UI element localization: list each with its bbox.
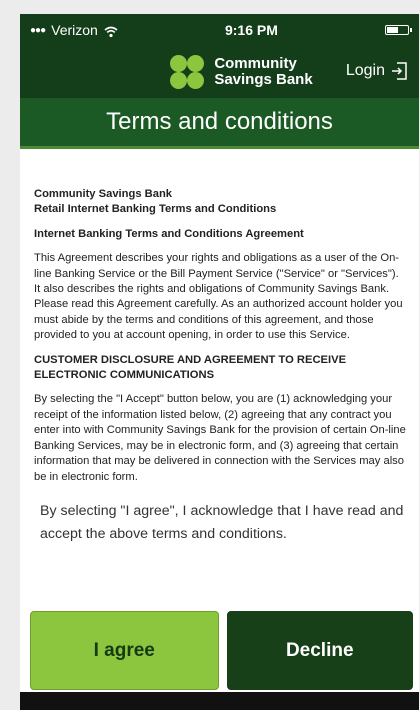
- brand-line-1: Community: [214, 55, 297, 72]
- status-left: ●●● Verizon: [30, 22, 118, 38]
- page-title: Terms and conditions: [20, 98, 419, 149]
- clover-logo-icon: [166, 54, 208, 90]
- agreement-paragraph: This Agreement describes your rights and…: [34, 252, 403, 342]
- agree-button[interactable]: I agree: [30, 611, 219, 690]
- phone-screen: ●●● Verizon 9:16 PM Community Savings Ba…: [20, 14, 419, 710]
- terms-content[interactable]: Community Savings Bank Retail Internet B…: [20, 149, 419, 485]
- signal-icon: ●●●: [30, 24, 46, 36]
- login-icon: [392, 62, 407, 80]
- status-bar: ●●● Verizon 9:16 PM: [20, 14, 419, 46]
- acknowledgement-text: By selecting "I agree", I acknowledge th…: [40, 502, 404, 542]
- terms-doc-title: Retail Internet Banking Terms and Condit…: [34, 203, 277, 216]
- decline-button[interactable]: Decline: [226, 611, 413, 690]
- terms-bank-name: Community Savings Bank: [34, 188, 173, 200]
- disclosure-paragraph: By selecting the "I Accept" button below…: [34, 393, 406, 483]
- agreement-heading: Internet Banking Terms and Conditions Ag…: [34, 227, 304, 240]
- wifi-icon: [104, 25, 118, 38]
- bottom-bar: [20, 692, 419, 710]
- app-header: Community Savings Bank Login: [20, 46, 419, 98]
- battery-icon: [385, 25, 412, 35]
- login-label: Login: [345, 62, 385, 79]
- status-time: 9:16 PM: [224, 22, 278, 38]
- bank-logo: Community Savings Bank: [166, 54, 313, 90]
- action-buttons: I agree Decline: [30, 611, 413, 690]
- brand-line-2: Savings Bank: [214, 71, 313, 88]
- carrier-name: Verizon: [51, 22, 98, 38]
- brand-name: Community Savings Bank: [214, 56, 312, 88]
- login-button[interactable]: Login: [346, 62, 407, 80]
- disclosure-heading: CUSTOMER DISCLOSURE AND AGREEMENT TO REC…: [34, 353, 347, 382]
